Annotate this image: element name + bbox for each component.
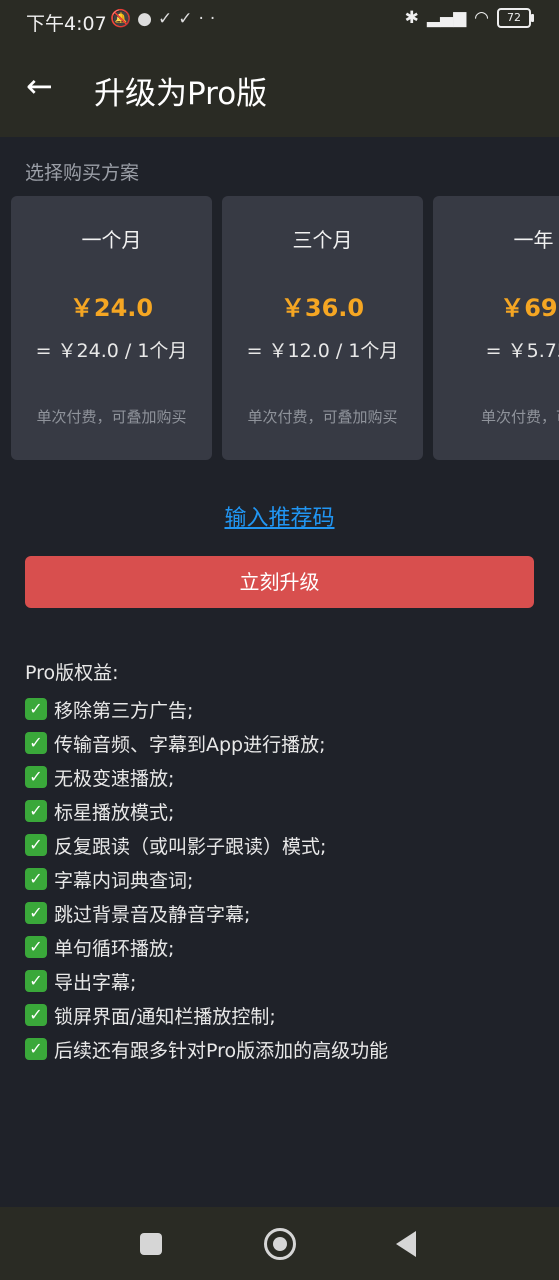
system-nav-bar	[0, 1207, 559, 1280]
more-icon: ··	[198, 9, 222, 29]
notification-icons: 🔕●✓✓··	[110, 9, 221, 29]
battery-icon: 72	[497, 8, 534, 28]
section-label: 选择购买方案	[25, 162, 140, 184]
page-title: 升级为Pro版	[94, 76, 268, 112]
check-mark-icon: ✓	[25, 1004, 47, 1026]
home-icon[interactable]	[264, 1228, 296, 1260]
plan-name: 一个月	[81, 228, 142, 252]
benefit-item: ✓ 反复跟读（或叫影子跟读）模式;	[25, 828, 545, 862]
check-mark-icon: ✓	[25, 800, 47, 822]
benefit-item: ✓ 导出字幕;	[25, 964, 545, 998]
plan-name: 三个月	[292, 228, 353, 252]
plan-card-3-months[interactable]: 三个月 ￥36.0 = ￥12.0 / 1个月 单次付费，可叠加购买	[222, 196, 423, 460]
check-icon: ✓	[158, 9, 179, 29]
benefit-item: ✓ 跳过背景音及静音字幕;	[25, 896, 545, 930]
check-icon: ✓	[178, 9, 199, 29]
back-triangle-icon[interactable]	[396, 1231, 416, 1257]
check-mark-icon: ✓	[25, 732, 47, 754]
referral-code-link[interactable]: 输入推荐码	[0, 500, 559, 532]
signal-icon: ▂▄▆	[426, 8, 467, 28]
benefits-list: Pro版权益: ✓ 移除第三方广告; ✓ 传输音频、字幕到App进行播放; ✓ 无极变…	[25, 658, 545, 1066]
plan-per-month: = ￥12.0 / 1个月	[246, 340, 399, 362]
check-mark-icon: ✓	[25, 970, 47, 992]
plan-price: ￥24.0	[69, 294, 154, 322]
check-mark-icon: ✓	[25, 1038, 47, 1060]
plan-note: 单次付费，可叠加购买	[247, 408, 398, 426]
back-arrow-icon[interactable]: ←	[26, 68, 62, 104]
recents-icon[interactable]	[140, 1233, 162, 1255]
app-bar: ← 升级为Pro版	[0, 42, 559, 137]
plan-name: 一年	[513, 228, 554, 252]
benefit-item: ✓ 移除第三方广告;	[25, 692, 545, 726]
plan-note: 单次付费，可叠加购买	[36, 408, 187, 426]
benefit-item: ✓ 后续还有跟多针对Pro版添加的高级功能	[25, 1032, 545, 1066]
benefit-item: ✓ 标星播放模式;	[25, 794, 545, 828]
status-bar: 下午4:07 🔕●✓✓·· ✱ ▂▄▆ ◠ 72	[0, 0, 559, 42]
mute-icon: 🔕	[110, 9, 138, 29]
benefit-item: ✓ 锁屏界面/通知栏播放控制;	[25, 998, 545, 1032]
benefit-item: ✓ 字幕内词典查词;	[25, 862, 545, 896]
benefit-item: ✓ 单句循环播放;	[25, 930, 545, 964]
plan-per-month: = ￥24.0 / 1个月	[35, 340, 188, 362]
plan-list[interactable]: 一个月 ￥24.0 = ￥24.0 / 1个月 单次付费，可叠加购买 三个月 ￥…	[11, 196, 559, 460]
plan-card-1-month[interactable]: 一个月 ￥24.0 = ￥24.0 / 1个月 单次付费，可叠加购买	[11, 196, 212, 460]
check-mark-icon: ✓	[25, 868, 47, 890]
benefit-item: ✓ 无极变速播放;	[25, 760, 545, 794]
bluetooth-icon: ✱	[404, 8, 419, 28]
check-mark-icon: ✓	[25, 698, 47, 720]
upgrade-button[interactable]: 立刻升级	[25, 556, 534, 608]
check-mark-icon: ✓	[25, 902, 47, 924]
plan-price: ￥69.	[500, 294, 559, 322]
check-mark-icon: ✓	[25, 766, 47, 788]
plan-card-1-year[interactable]: 一年 ￥69. = ￥5.75 / 单次付费，可叠	[433, 196, 559, 460]
chat-icon: ●	[137, 9, 159, 29]
benefits-title: Pro版权益:	[25, 662, 119, 684]
benefit-item: ✓ 传输音频、字幕到App进行播放;	[25, 726, 545, 760]
plan-note: 单次付费，可叠	[480, 408, 559, 426]
status-time: 下午4:07	[26, 13, 107, 35]
check-mark-icon: ✓	[25, 936, 47, 958]
plan-price: ￥36.0	[280, 294, 365, 322]
wifi-icon: ◠	[474, 8, 489, 28]
plan-per-month: = ￥5.75 /	[485, 340, 559, 362]
check-mark-icon: ✓	[25, 834, 47, 856]
